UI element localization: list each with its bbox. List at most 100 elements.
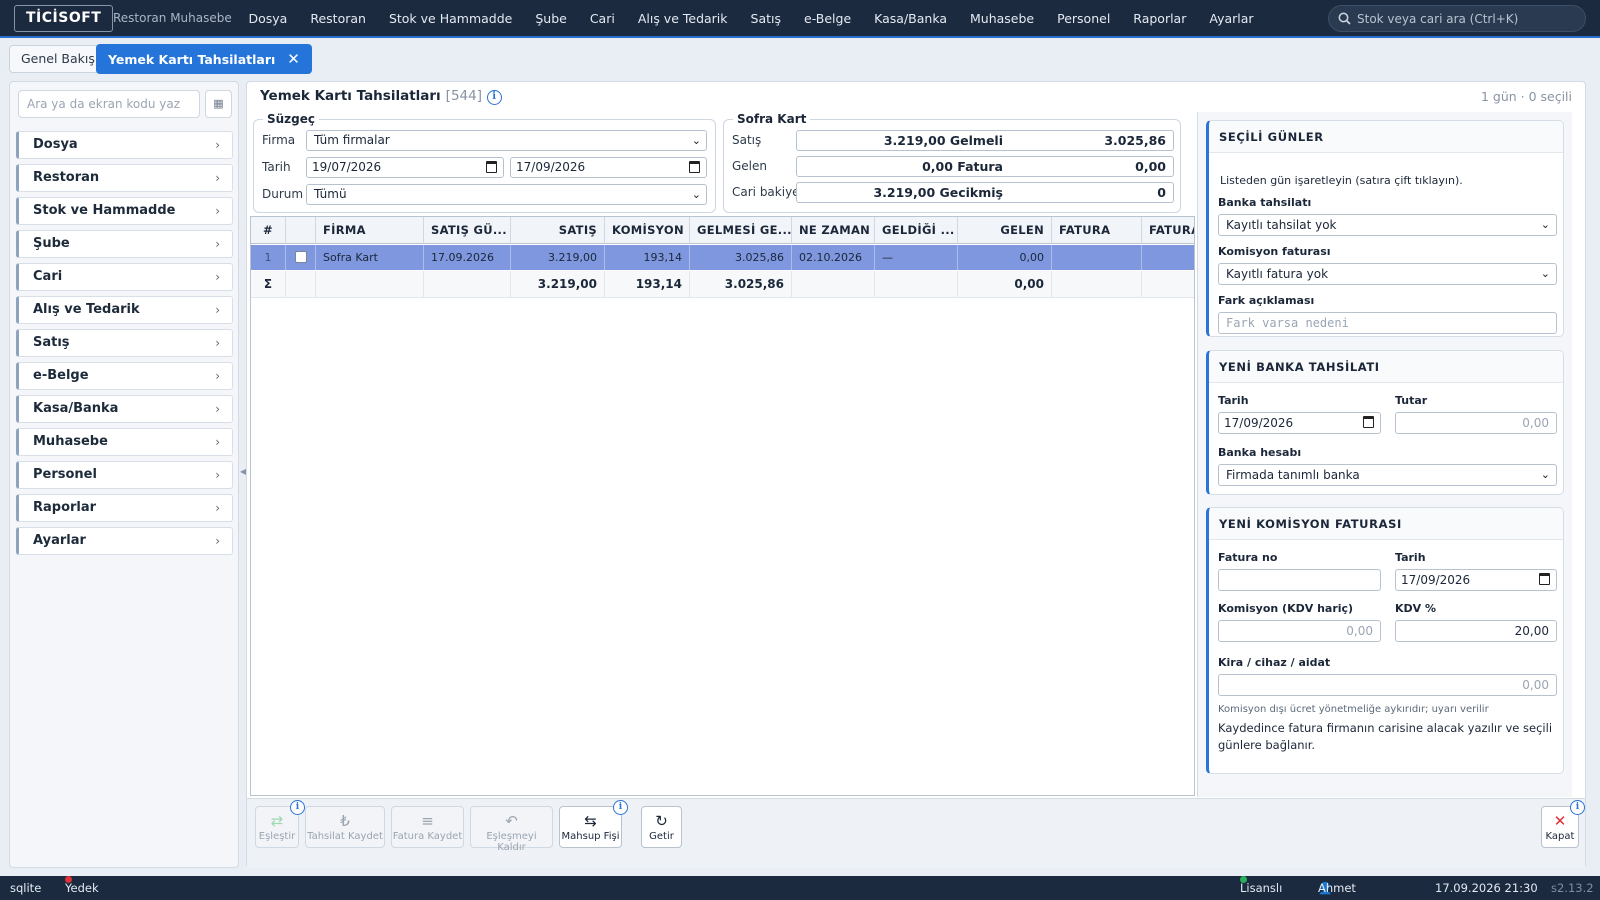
durum-select[interactable]: Tümü ⌄ [306,184,707,205]
selected-days-hint: Listeden gün işaretleyin (satıra çift tı… [1220,174,1463,187]
fatura-kaydet-button[interactable]: ≡ Fatura Kaydet [391,806,464,848]
sidebar-item-cari[interactable]: Cari › [16,263,233,291]
banka-tarih-label: Tarih [1218,394,1249,407]
sidebar-item-label: Stok ve Hammadde [33,203,176,218]
sum-empty [1142,271,1194,298]
komisyon-faturasi-select[interactable]: Kayıtlı fatura yok ⌄ [1218,263,1557,285]
getir-button[interactable]: ↻ Getir [641,806,682,848]
eslesme-kaldir-button[interactable]: ↶ Eşleşmeyi Kaldır [470,806,553,853]
table-row[interactable]: 1 Sofra Kart 17.09.2026 3.219,00 193,14 … [251,245,1194,270]
sum-komisyon: 193,14 [605,271,690,298]
row-ne-zaman: 02.10.2026 [792,245,875,270]
col-header-fatura-2[interactable]: FATURA [1142,217,1194,244]
col-header-geldigi[interactable]: GELDİĞİ ... [875,217,958,244]
banka-tarih-input[interactable]: 17/09/2026 [1218,412,1381,434]
col-header-fatura[interactable]: FATURA [1052,217,1142,244]
sidebar-item-sube[interactable]: Şube › [16,230,233,258]
sofra-satis-box: 3.219,00 Gelmeli 3.025,86 [796,130,1174,151]
banka-hesabi-label: Banka hesabı [1218,446,1302,459]
kapat-button[interactable]: ✕ Kapat i [1541,800,1585,848]
date-to-input[interactable]: 17/09/2026 [510,157,707,178]
menu-satis[interactable]: Satış [739,0,792,38]
kira-input[interactable]: 0,00 [1218,674,1557,696]
sofra-satis-label: Satış [732,133,762,147]
main-menu: Dosya Restoran Stok ve Hammadde Şube Car… [237,0,1265,38]
info-icon[interactable]: i [290,800,305,815]
menu-dosya[interactable]: Dosya [237,0,299,38]
sidebar-item-alis[interactable]: Alış ve Tedarik › [16,296,233,324]
sidebar-item-stok[interactable]: Stok ve Hammadde › [16,197,233,225]
sidebar-grid-icon[interactable]: ▦ [205,90,232,118]
col-header-firma[interactable]: FİRMA [316,217,424,244]
tab-strip: Genel Bakış Yemek Kartı Tahsilatları ✕ [0,40,1600,78]
sidebar-item-muhasebe[interactable]: Muhasebe › [16,428,233,456]
app-logo[interactable]: TİCİSOFT [14,5,114,32]
mahsup-fisi-button[interactable]: ⇆ Mahsup Fişi i [559,800,628,848]
banka-hesabi-select[interactable]: Firmada tanımlı banka ⌄ [1218,464,1557,486]
menu-restoran[interactable]: Restoran [299,0,378,38]
menu-ebelge[interactable]: e-Belge [793,0,863,38]
sidebar-item-restoran[interactable]: Restoran › [16,164,233,192]
fatura-kaydet-label: Fatura Kaydet [392,831,463,842]
calendar-icon[interactable] [1539,573,1550,585]
sidebar-search-input[interactable] [18,90,200,118]
tutar-input[interactable]: 0,00 [1395,412,1557,434]
row-checkbox[interactable] [294,251,307,263]
komfat-tarih-input[interactable]: 17/09/2026 [1395,569,1557,591]
calendar-icon[interactable] [1363,416,1374,428]
close-tab-icon[interactable]: ✕ [287,50,300,68]
menu-sube[interactable]: Şube [524,0,578,38]
menu-alis[interactable]: Alış ve Tedarik [626,0,739,38]
global-search-input[interactable] [1357,11,1577,26]
fark-input[interactable]: Fark varsa nedeni [1218,312,1557,334]
tab-yemek-karti[interactable]: Yemek Kartı Tahsilatları ✕ [96,44,312,74]
tahsilat-kaydet-button[interactable]: ₺ Tahsilat Kaydet [305,806,385,848]
komfat-tarih-label: Tarih [1395,551,1426,564]
sidebar-item-satis[interactable]: Satış › [16,329,233,357]
sidebar-item-label: e-Belge [33,368,89,383]
col-header-satis-gunu[interactable]: SATIŞ GÜ... [424,217,511,244]
col-header-no[interactable]: # [251,217,286,244]
col-header-select[interactable] [286,217,316,244]
fatura-no-input[interactable] [1218,569,1381,591]
info-icon[interactable]: i [613,800,628,815]
sidebar-item-label: Raporlar [33,500,97,515]
eslestir-button[interactable]: ⇄ Eşleştir i [255,800,305,848]
col-header-komisyon[interactable]: KOMİSYON [605,217,690,244]
collections-table: # FİRMA SATIŞ GÜ... SATIŞ KOMİSYON GELME… [250,216,1195,796]
swap-icon: ⇆ [584,812,597,830]
sidebar-item-ayarlar[interactable]: Ayarlar › [16,527,233,555]
tarih-label: Tarih [262,160,291,174]
banka-tahsilati-select[interactable]: Kayıtlı tahsilat yok ⌄ [1218,214,1557,236]
sidebar-item-personel[interactable]: Personel › [16,461,233,489]
komisyon-input[interactable]: 0,00 [1218,620,1381,642]
kdv-input[interactable]: 20,00 [1395,620,1557,642]
calendar-icon[interactable] [486,161,497,173]
sidebar-item-ebelge[interactable]: e-Belge › [16,362,233,390]
col-header-satis[interactable]: SATIŞ [511,217,605,244]
menu-raporlar[interactable]: Raporlar [1122,0,1198,38]
license-text: Lisanslı [1240,881,1283,895]
datetime: 17.09.2026 21:30 [1435,881,1538,895]
col-header-ne-zaman[interactable]: NE ZAMAN [792,217,875,244]
tab-genel-bakis[interactable]: Genel Bakış [9,45,107,73]
firma-select[interactable]: Tüm firmalar ⌄ [306,130,707,151]
col-header-gelen[interactable]: GELEN [958,217,1052,244]
sum-empty [792,271,875,298]
info-icon[interactable]: i [1570,800,1585,815]
date-from-input[interactable]: 19/07/2026 [306,157,504,178]
menu-personel[interactable]: Personel [1046,0,1122,38]
menu-ayarlar[interactable]: Ayarlar [1198,0,1265,38]
sidebar-item-dosya[interactable]: Dosya › [16,131,233,159]
menu-kasa-banka[interactable]: Kasa/Banka [863,0,959,38]
menu-stok[interactable]: Stok ve Hammadde [377,0,523,38]
calendar-icon[interactable] [689,161,700,173]
sidebar-item-kasa-banka[interactable]: Kasa/Banka › [16,395,233,423]
menu-muhasebe[interactable]: Muhasebe [959,0,1046,38]
col-header-gelmesi-gereken[interactable]: GELMESİ GE... [690,217,792,244]
sidebar-item-raporlar[interactable]: Raporlar › [16,494,233,522]
menu-cari[interactable]: Cari [578,0,626,38]
info-icon[interactable]: i [486,90,502,105]
global-search[interactable] [1328,5,1586,32]
sum-empty [875,271,958,298]
